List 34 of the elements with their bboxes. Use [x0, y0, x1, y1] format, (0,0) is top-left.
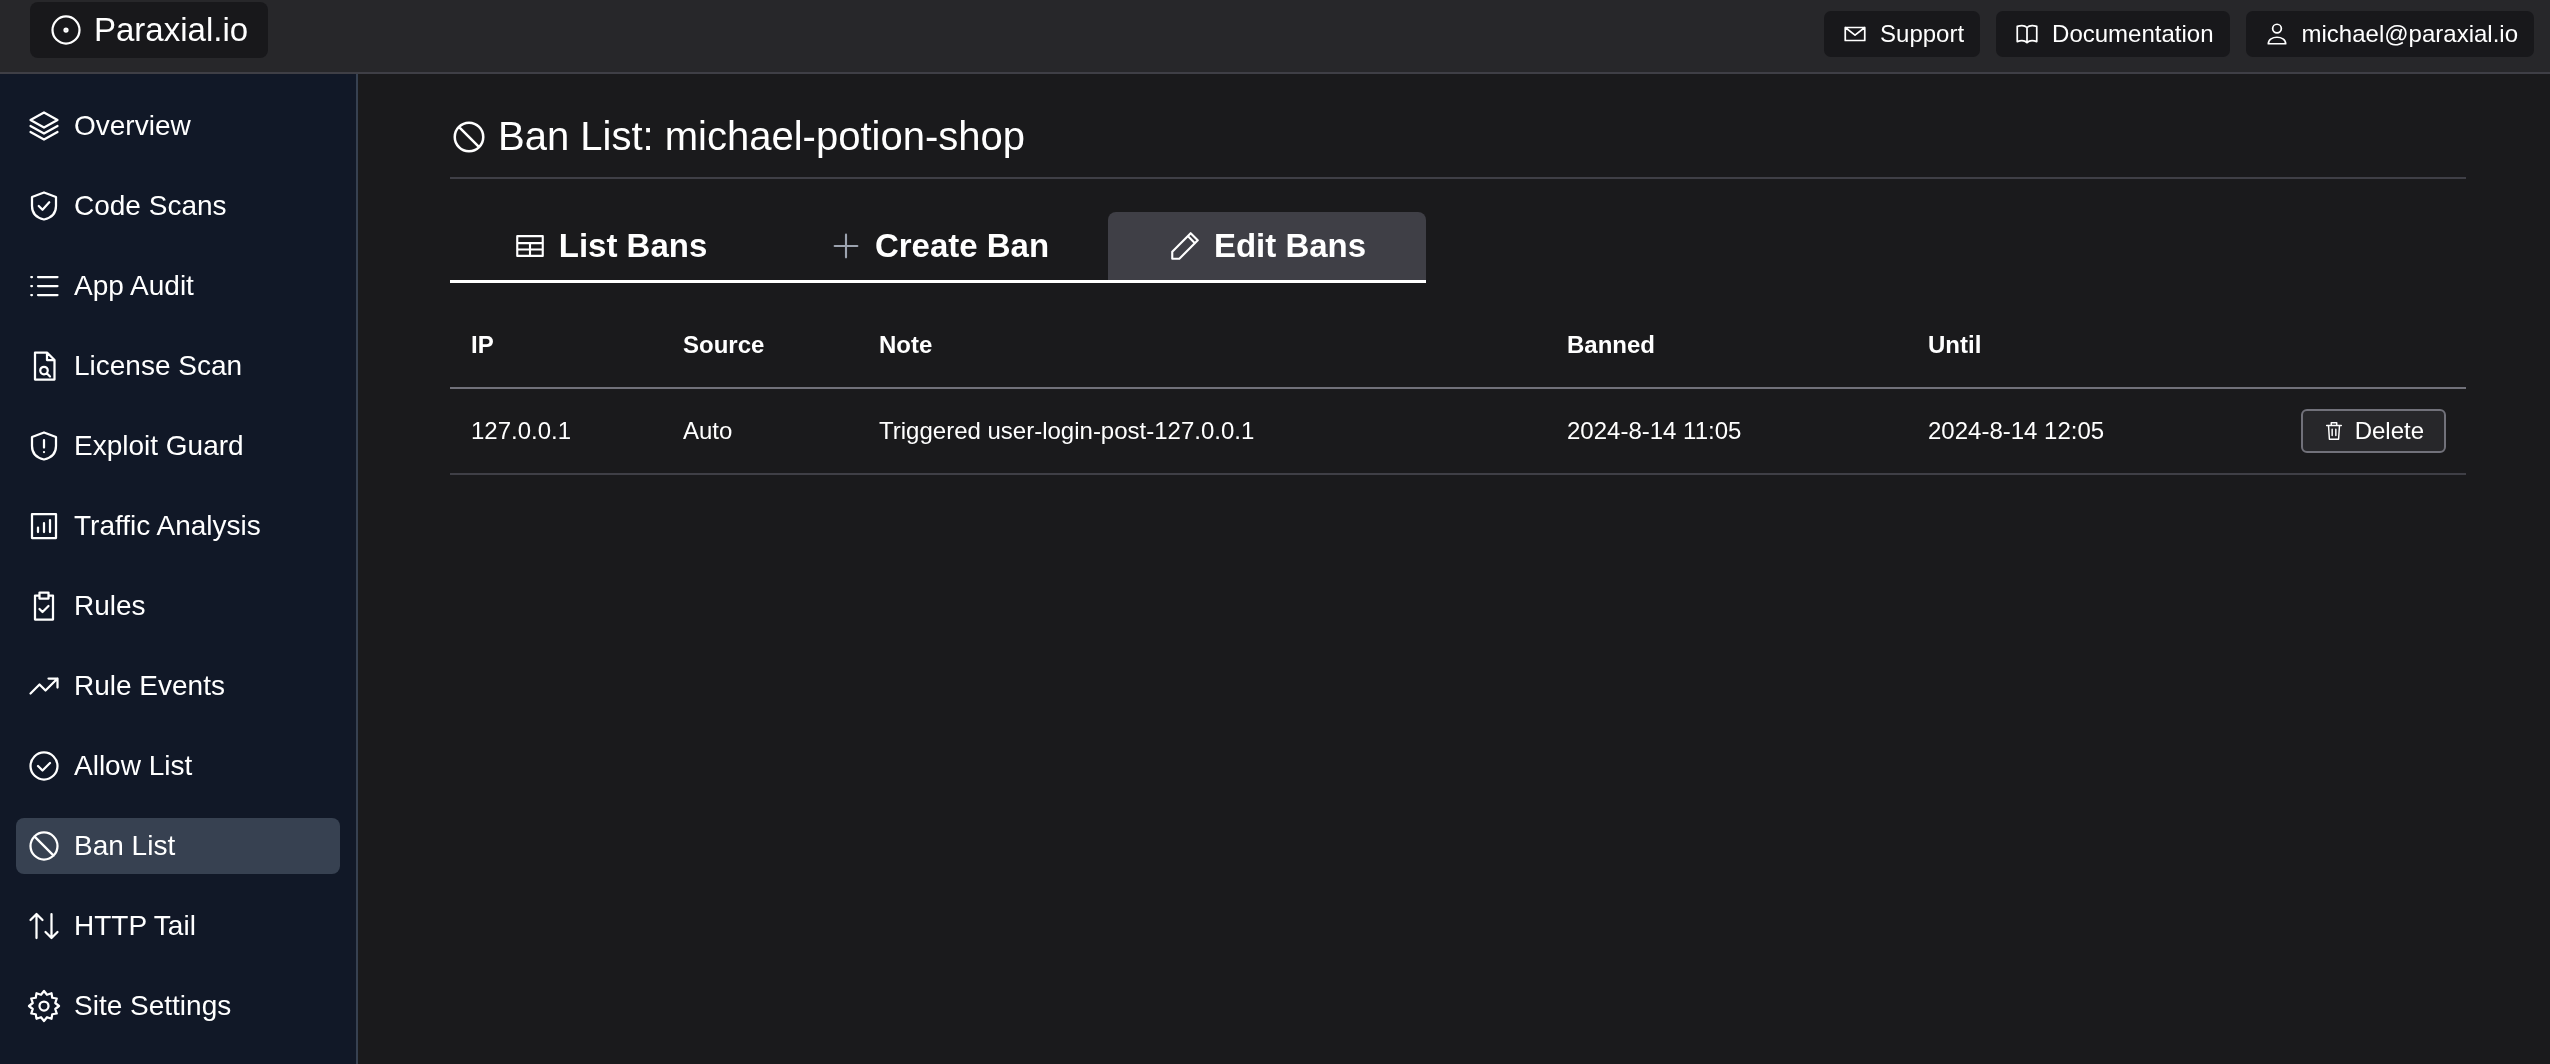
sidebar-item[interactable]: Rules: [16, 578, 340, 634]
sidebar-item[interactable]: Overview: [16, 98, 340, 154]
tab[interactable]: Edit Bans: [1108, 212, 1426, 280]
table-cell: 127.0.0.1: [471, 417, 572, 444]
sidebar-item[interactable]: HTTP Tail: [16, 898, 340, 954]
table-cell: 2024-8-14 12:05: [1928, 417, 2105, 444]
settings-icon: [26, 988, 62, 1024]
brand-logo[interactable]: Paraxial.io: [30, 2, 269, 58]
sidebar-item[interactable]: Rule Events: [16, 658, 340, 714]
delete-button[interactable]: Delete: [2300, 409, 2446, 453]
column-header: Banned: [1567, 331, 1655, 358]
tab[interactable]: List Bans: [450, 212, 770, 280]
sidebar-item[interactable]: Site Settings: [16, 978, 340, 1034]
table-cell: Auto: [683, 417, 733, 444]
sidebar-item[interactable]: License Scan: [16, 338, 340, 394]
table-cell: Triggered user-login-post-127.0.0.1: [879, 417, 1255, 444]
column-header: IP: [471, 331, 494, 358]
ban-icon: [26, 828, 62, 864]
tab[interactable]: Create Ban: [770, 212, 1108, 280]
page-title: Ban List: michael-potion-shop: [498, 114, 1025, 159]
sidebar-item[interactable]: App Audit: [16, 258, 340, 314]
documentation-link[interactable]: Documentation: [1996, 11, 2230, 57]
column-header: Note: [879, 331, 933, 358]
sidebar-item[interactable]: Allow List: [16, 738, 340, 794]
table-cell: 2024-8-14 11:05: [1567, 417, 1742, 444]
sidebar-item[interactable]: Exploit Guard: [16, 418, 340, 474]
support-link[interactable]: Support: [1824, 11, 1981, 57]
account-link[interactable]: michael@paraxial.io: [2245, 11, 2534, 57]
sidebar-item[interactable]: Traffic Analysis: [16, 498, 340, 554]
sidebar-item[interactable]: Code Scans: [16, 178, 340, 234]
column-header: Source: [683, 331, 765, 358]
target-icon: [48, 12, 84, 48]
column-header: Until: [1928, 331, 1982, 358]
sidebar-item[interactable]: Ban List: [16, 818, 340, 874]
